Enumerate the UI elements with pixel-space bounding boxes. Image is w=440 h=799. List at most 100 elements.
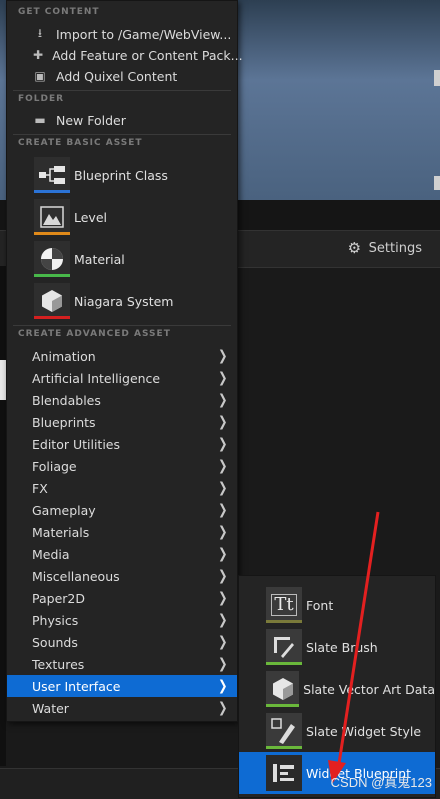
user-interface-submenu: Tt Font Slate Brush Slate Vector Art Dat… (238, 575, 436, 798)
slate-vector-art-label: Slate Vector Art Data (303, 681, 435, 697)
chevron-right-icon: ❯ (218, 678, 228, 694)
advanced-category-item[interactable]: Textures ❯ (7, 653, 237, 675)
slate-widget-style-item[interactable]: Slate Widget Style (239, 710, 435, 752)
add-asset-context-menu: GET CONTENT ⭳ Import to /Game/WebView...… (6, 0, 243, 722)
separator (13, 325, 231, 326)
advanced-category-item[interactable]: Water ❯ (7, 697, 237, 719)
slate-brush-label: Slate Brush (306, 639, 378, 655)
section-get-content: GET CONTENT (18, 7, 100, 17)
new-folder-item[interactable]: ▬ New Folder (7, 110, 237, 130)
chevron-right-icon: ❯ (218, 524, 228, 540)
settings-button[interactable]: ⚙ Settings (348, 238, 422, 258)
chevron-right-icon: ❯ (218, 700, 228, 716)
blueprint-class-item[interactable]: Blueprint Class (7, 155, 237, 195)
advanced-category-item[interactable]: Gameplay ❯ (7, 499, 237, 521)
add-quixel-item[interactable]: ▣ Add Quixel Content (7, 66, 237, 86)
advanced-category-label: User Interface (32, 678, 121, 694)
advanced-category-label: Paper2D (32, 590, 85, 606)
advanced-category-label: Artificial Intelligence (32, 370, 161, 386)
advanced-category-item[interactable]: Foliage ❯ (7, 455, 237, 477)
settings-label: Settings (368, 240, 422, 256)
advanced-category-item[interactable]: Sounds ❯ (7, 631, 237, 653)
blueprint-class-label: Blueprint Class (74, 167, 168, 183)
slate-brush-item[interactable]: Slate Brush (239, 626, 435, 668)
widget-blueprint-icon (266, 755, 302, 791)
watermark: CSDN @真鬼123 (330, 775, 432, 790)
advanced-category-label: Editor Utilities (32, 436, 121, 452)
advanced-category-item[interactable]: Blueprints ❯ (7, 411, 237, 433)
font-label: Font (306, 597, 334, 613)
advanced-category-item[interactable]: Editor Utilities ❯ (7, 433, 237, 455)
chevron-right-icon: ❯ (218, 370, 228, 386)
advanced-category-label: Animation (32, 348, 96, 364)
chevron-right-icon: ❯ (218, 348, 228, 364)
chevron-right-icon: ❯ (218, 480, 228, 496)
chevron-right-icon: ❯ (218, 502, 228, 518)
slate-vector-art-icon (266, 671, 300, 707)
add-feature-pack-label: Add Feature or Content Pack... (52, 47, 243, 63)
niagara-system-icon (34, 283, 70, 319)
advanced-category-label: Blendables (32, 392, 101, 408)
chevron-right-icon: ❯ (218, 590, 228, 606)
material-label: Material (74, 251, 125, 267)
section-create-basic-asset: CREATE BASIC ASSET (18, 138, 143, 148)
slate-widget-style-icon (266, 713, 302, 749)
level-item[interactable]: Level (7, 197, 237, 237)
slate-widget-style-label: Slate Widget Style (306, 723, 422, 739)
material-icon (34, 241, 70, 277)
font-item[interactable]: Tt Font (239, 584, 435, 626)
advanced-category-item[interactable]: Materials ❯ (7, 521, 237, 543)
advanced-category-item[interactable]: Media ❯ (7, 543, 237, 565)
import-label: Import to /Game/WebView... (56, 26, 232, 42)
advanced-category-item[interactable]: Artificial Intelligence ❯ (7, 367, 237, 389)
chevron-right-icon: ❯ (218, 458, 228, 474)
chevron-right-icon: ❯ (218, 568, 228, 584)
puzzle-icon: ✚ (33, 48, 44, 62)
viewport-edge-marker (434, 176, 440, 190)
gear-icon: ⚙ (347, 238, 362, 257)
advanced-category-item[interactable]: Paper2D ❯ (7, 587, 237, 609)
chevron-right-icon: ❯ (218, 634, 228, 650)
advanced-category-item[interactable]: User Interface ❯ (7, 675, 237, 697)
import-icon: ⭳ (37, 25, 43, 40)
level-label: Level (74, 209, 107, 225)
section-folder: FOLDER (18, 94, 65, 104)
niagara-system-item[interactable]: Niagara System (7, 281, 237, 321)
blueprint-class-icon (34, 157, 70, 193)
chevron-right-icon: ❯ (218, 436, 228, 452)
advanced-category-label: Physics (32, 612, 79, 628)
new-folder-icon: ▬ (34, 113, 46, 127)
advanced-category-label: Water (32, 700, 69, 716)
section-create-advanced-asset: CREATE ADVANCED ASSET (18, 329, 171, 339)
advanced-category-label: Materials (32, 524, 90, 540)
chevron-right-icon: ❯ (218, 546, 228, 562)
material-item[interactable]: Material (7, 239, 237, 279)
advanced-category-item[interactable]: Animation ❯ (7, 345, 237, 367)
separator (13, 134, 231, 135)
chevron-right-icon: ❯ (218, 612, 228, 628)
advanced-category-label: Gameplay (32, 502, 96, 518)
advanced-category-label: Sounds (32, 634, 78, 650)
viewport-edge-marker (434, 70, 440, 86)
advanced-category-label: FX (32, 480, 48, 496)
new-folder-label: New Folder (56, 112, 126, 128)
add-quixel-label: Add Quixel Content (56, 68, 178, 84)
chevron-right-icon: ❯ (218, 656, 228, 672)
advanced-category-item[interactable]: Miscellaneous ❯ (7, 565, 237, 587)
add-feature-pack-item[interactable]: ✚ Add Feature or Content Pack... (7, 45, 243, 65)
niagara-system-label: Niagara System (74, 293, 174, 309)
font-icon: Tt (266, 587, 302, 623)
advanced-category-item[interactable]: Physics ❯ (7, 609, 237, 631)
import-item[interactable]: ⭳ Import to /Game/WebView... (7, 24, 237, 44)
quixel-icon: ▣ (34, 69, 46, 83)
advanced-category-label: Textures (32, 656, 85, 672)
chevron-right-icon: ❯ (218, 414, 228, 430)
advanced-category-label: Miscellaneous (32, 568, 120, 584)
advanced-category-item[interactable]: Blendables ❯ (7, 389, 237, 411)
chevron-right-icon: ❯ (218, 392, 228, 408)
advanced-category-item[interactable]: FX ❯ (7, 477, 237, 499)
separator (13, 90, 231, 91)
advanced-category-label: Foliage (32, 458, 77, 474)
slate-vector-art-item[interactable]: Slate Vector Art Data (239, 668, 435, 710)
slate-brush-icon (266, 629, 302, 665)
